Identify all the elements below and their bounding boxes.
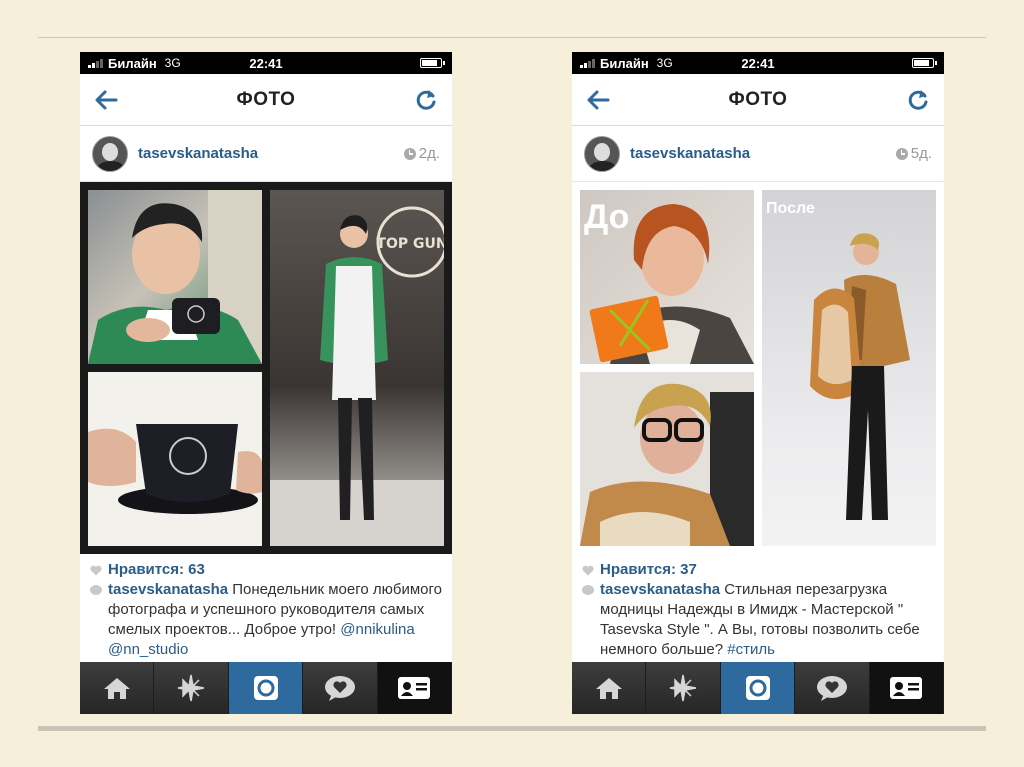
photo-tile-coffee-portrait	[88, 190, 262, 364]
signal-icon	[88, 58, 103, 68]
post-photo[interactable]: TOP GUN	[80, 182, 452, 554]
avatar[interactable]	[584, 135, 620, 172]
carrier-name: Билайн	[108, 55, 157, 71]
tab-profile[interactable]	[869, 662, 944, 714]
tab-news[interactable]	[303, 662, 378, 714]
tab-home[interactable]	[80, 662, 155, 714]
post-caption: Нравится: 37 tasevskanatasha Стильная пе…	[572, 554, 944, 660]
top-divider	[38, 37, 986, 38]
status-bar: Билайн 3G 22:41	[572, 52, 944, 74]
likes-row[interactable]: Нравится: 63	[90, 560, 442, 580]
tab-camera[interactable]	[720, 662, 796, 714]
svg-text:TOP GUN: TOP GUN	[376, 236, 444, 252]
photo-tile-after: После	[762, 190, 936, 546]
camera-icon	[745, 676, 770, 700]
tab-bar	[572, 662, 944, 714]
page-title: ФОТО	[236, 88, 296, 110]
nav-bar: ФОТО	[80, 74, 452, 126]
post-username[interactable]: tasevskanatasha	[138, 145, 258, 162]
bottom-divider	[38, 726, 986, 731]
profile-card-icon	[398, 677, 431, 699]
comment-author[interactable]: tasevskanatasha	[600, 581, 720, 598]
portrait-illustration	[88, 190, 262, 364]
post-header: tasevskanatasha 2д.	[80, 126, 452, 182]
glasses-portrait-illustration	[580, 383, 754, 546]
heart-icon	[582, 565, 594, 575]
phone-screen-left: Билайн 3G 22:41 ФОТО tasevskanatasha 2д.	[80, 52, 452, 714]
tab-camera[interactable]	[228, 662, 304, 714]
before-label: До	[584, 198, 630, 236]
comment-tags[interactable]: #стиль	[727, 641, 775, 658]
photo-tile-cup-closeup	[88, 372, 262, 546]
post-photo[interactable]: До После	[572, 182, 944, 554]
photo-tile-before: До	[580, 190, 754, 364]
likes-count: Нравится: 37	[600, 561, 697, 578]
back-arrow-icon[interactable]	[92, 86, 120, 114]
post-time: 5д.	[895, 145, 932, 162]
comment-bubble-icon	[90, 585, 102, 595]
profile-card-icon	[890, 677, 923, 699]
post-username[interactable]: tasevskanatasha	[630, 145, 750, 162]
refresh-icon[interactable]	[904, 86, 932, 114]
home-icon	[595, 678, 622, 699]
battery-icon	[912, 58, 937, 68]
back-arrow-icon[interactable]	[584, 86, 612, 114]
explore-star-icon	[669, 674, 697, 702]
carrier-name: Билайн	[600, 55, 649, 71]
comment-body: tasevskanatasha Стильная перезагрузка мо…	[600, 580, 934, 660]
post-time-text: 2д.	[418, 145, 440, 162]
phone-screen-right: Билайн 3G 22:41 ФОТО tasevskanatasha 5д.…	[572, 52, 944, 714]
photo-tile-full-length: TOP GUN	[270, 190, 444, 546]
likes-row[interactable]: Нравится: 37	[582, 560, 934, 580]
tab-news[interactable]	[795, 662, 870, 714]
battery-icon	[420, 58, 445, 68]
post-time-text: 5д.	[910, 145, 932, 162]
post-header: tasevskanatasha 5д.	[572, 126, 944, 182]
home-icon	[103, 678, 130, 699]
comment: tasevskanatasha Понедельник моего любимо…	[90, 580, 442, 660]
after-label: После	[766, 200, 815, 217]
clock-icon	[403, 147, 416, 160]
comment-bubble-icon	[582, 585, 594, 595]
network-type: 3G	[656, 56, 673, 70]
tab-bar	[80, 662, 452, 714]
comment-body: tasevskanatasha Понедельник моего любимо…	[108, 580, 442, 660]
page-title: ФОТО	[728, 88, 788, 110]
tab-explore[interactable]	[646, 662, 721, 714]
news-heart-bubble-icon	[324, 676, 355, 701]
likes-count: Нравится: 63	[108, 561, 205, 578]
heart-icon	[90, 565, 102, 575]
explore-star-icon	[177, 674, 205, 702]
refresh-icon[interactable]	[412, 86, 440, 114]
cup-illustration	[88, 372, 262, 546]
comment-author[interactable]: tasevskanatasha	[108, 581, 228, 598]
network-type: 3G	[164, 56, 181, 70]
tab-home[interactable]	[572, 662, 647, 714]
comment: tasevskanatasha Стильная перезагрузка мо…	[582, 580, 934, 660]
news-heart-bubble-icon	[816, 676, 847, 701]
avatar[interactable]	[92, 135, 128, 172]
tab-explore[interactable]	[154, 662, 229, 714]
signal-icon	[580, 58, 595, 68]
clock-icon	[895, 147, 908, 160]
camera-icon	[253, 676, 278, 700]
status-bar: Билайн 3G 22:41	[80, 52, 452, 74]
post-caption: Нравится: 63 tasevskanatasha Понедельник…	[80, 554, 452, 660]
full-length-illustration: TOP GUN	[270, 206, 444, 546]
photo-tile-glasses	[580, 372, 754, 546]
nav-bar: ФОТО	[572, 74, 944, 126]
after-full-length-illustration	[810, 233, 910, 520]
post-time: 2д.	[403, 145, 440, 162]
tab-profile[interactable]	[377, 662, 452, 714]
